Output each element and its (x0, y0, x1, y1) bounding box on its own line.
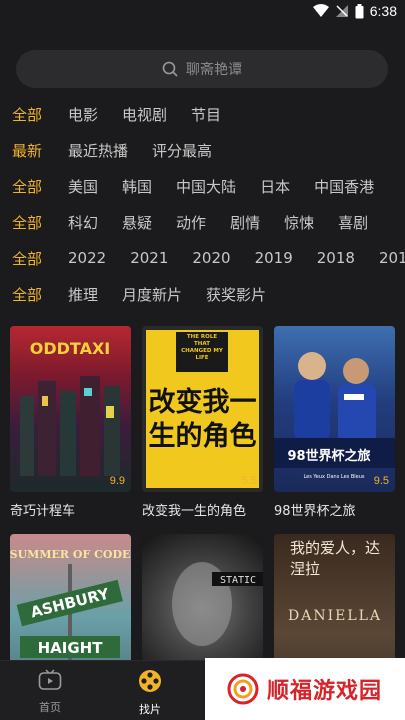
filter-chip[interactable]: 节目 (191, 104, 221, 125)
poster-art-caption: THE ROLE THAT CHANGED MY LIFE (181, 334, 223, 361)
filter-chip[interactable]: 2019 (255, 249, 293, 267)
battery-icon (355, 3, 364, 18)
filter-row-region: 全部 美国 韩国 中国大陆 日本 中国香港 (12, 174, 405, 198)
film-reel-icon (139, 670, 161, 692)
poster-title: 98世界杯之旅 (274, 504, 356, 519)
filter-chip[interactable]: 全部 (12, 212, 42, 233)
poster-rating: 5.5 (241, 475, 257, 487)
filter-chip[interactable]: 中国大陆 (176, 176, 236, 197)
status-bar: 6:38 (0, 0, 405, 26)
filter-chip[interactable]: 科幻 (68, 212, 98, 233)
nav-item-discover[interactable]: 找片 (120, 669, 180, 717)
poster-rating: 9.9 (109, 475, 125, 487)
filter-chip[interactable]: 月度新片 (122, 284, 182, 305)
search-bar[interactable]: 聊斋艳谭 (16, 50, 388, 88)
filter-row-genre: 全部 科幻 悬疑 动作 剧情 惊悚 喜剧 (12, 210, 405, 234)
watermark-text: 顺福游戏园 (267, 679, 383, 704)
poster-art-title: SUMMER OF CODE (10, 548, 130, 561)
filter-chip[interactable]: 动作 (176, 212, 206, 233)
watermark-emblem-icon (227, 673, 259, 705)
filter-chip[interactable]: 悬疑 (122, 212, 152, 233)
poster-title: 奇巧计程车 (10, 504, 76, 519)
filter-chip[interactable]: 全部 (12, 104, 42, 125)
poster-art: THE ROLE THAT CHANGED MY LIFE 改变我一生的角色 (146, 330, 259, 488)
signal-off-icon (335, 5, 348, 17)
nav-label-home: 首页 (39, 701, 61, 714)
filter-chip[interactable]: 2020 (192, 249, 230, 267)
filter-chip[interactable]: 2022 (68, 249, 106, 267)
poster-art-title: ODDTAXI (30, 339, 111, 358)
search-icon (162, 61, 178, 77)
poster-art-subtitle: DANIELLA (288, 608, 382, 624)
filter-chip[interactable]: 剧情 (230, 212, 260, 233)
filter-chip[interactable]: 2017 (379, 249, 405, 267)
poster-art: ODDTAXI (20, 339, 120, 476)
poster-card[interactable]: ODDTAXI 9.9 奇巧计程车 (10, 326, 131, 519)
poster-card[interactable]: 98世界杯之旅 Les Yeux Dans Les Bleus 9.5 98世界… (274, 326, 395, 519)
search-placeholder: 聊斋艳谭 (186, 62, 242, 78)
filter-row-collection: 全部 推理 月度新片 获奖影片 (12, 282, 405, 306)
filter-chip[interactable]: 评分最高 (152, 140, 212, 161)
filter-chip[interactable]: 最近热播 (68, 140, 128, 161)
filter-chip[interactable]: 中国香港 (314, 176, 374, 197)
poster-image: ODDTAXI 9.9 (10, 326, 131, 492)
poster-art-sign: HAIGHT (38, 639, 104, 657)
filter-row-type: 全部 电影 电视剧 节目 (12, 102, 405, 126)
filter-chip[interactable]: 惊悚 (284, 212, 314, 233)
poster-image: 98世界杯之旅 Les Yeux Dans Les Bleus 9.5 (274, 326, 395, 492)
nav-label-discover: 找片 (139, 703, 161, 716)
poster-art-title: 98世界杯之旅 (287, 448, 370, 464)
poster-art-subtitle: Les Yeux Dans Les Bleus (303, 474, 364, 480)
poster-card[interactable]: THE ROLE THAT CHANGED MY LIFE 改变我一生的角色 5… (142, 326, 263, 519)
poster-art-title: STATIC (220, 575, 256, 586)
filter-row-sort: 最新 最近热播 评分最高 (12, 138, 405, 162)
filter-chip[interactable]: 全部 (12, 248, 42, 269)
filter-chip[interactable]: 日本 (260, 176, 290, 197)
status-icons: 6:38 (312, 3, 397, 19)
filter-chip[interactable]: 2018 (317, 249, 355, 267)
filter-chip[interactable]: 推理 (68, 284, 98, 305)
filter-chip[interactable]: 喜剧 (338, 212, 368, 233)
filter-chip[interactable]: 获奖影片 (206, 284, 266, 305)
poster-art-title: 我的爱人，达涅拉 (290, 539, 381, 578)
wifi-icon (312, 4, 329, 17)
poster-rating: 9.5 (373, 475, 389, 487)
filter-chip[interactable]: 最新 (12, 140, 42, 161)
tv-icon (38, 669, 62, 690)
filter-chip[interactable]: 电视剧 (122, 104, 167, 125)
filter-row-year: 全部 2022 2021 2020 2019 2018 2017 (12, 246, 405, 270)
watermark-logo: 顺福游戏园 (205, 658, 405, 720)
filter-chip[interactable]: 2021 (130, 249, 168, 267)
poster-art-title: 改变我一生的角色 (148, 387, 257, 452)
filter-chip[interactable]: 电影 (68, 104, 98, 125)
filter-chip[interactable]: 韩国 (122, 176, 152, 197)
poster-image: THE ROLE THAT CHANGED MY LIFE 改变我一生的角色 5… (142, 326, 263, 492)
poster-title: 改变我一生的角色 (142, 504, 247, 519)
poster-art: 98世界杯之旅 Les Yeux Dans Les Bleus (274, 352, 395, 480)
filter-chip[interactable]: 美国 (68, 176, 98, 197)
nav-item-home[interactable]: 首页 (20, 669, 80, 715)
filter-chip[interactable]: 全部 (12, 176, 42, 197)
status-time: 6:38 (369, 3, 397, 19)
filter-chip[interactable]: 全部 (12, 284, 42, 305)
